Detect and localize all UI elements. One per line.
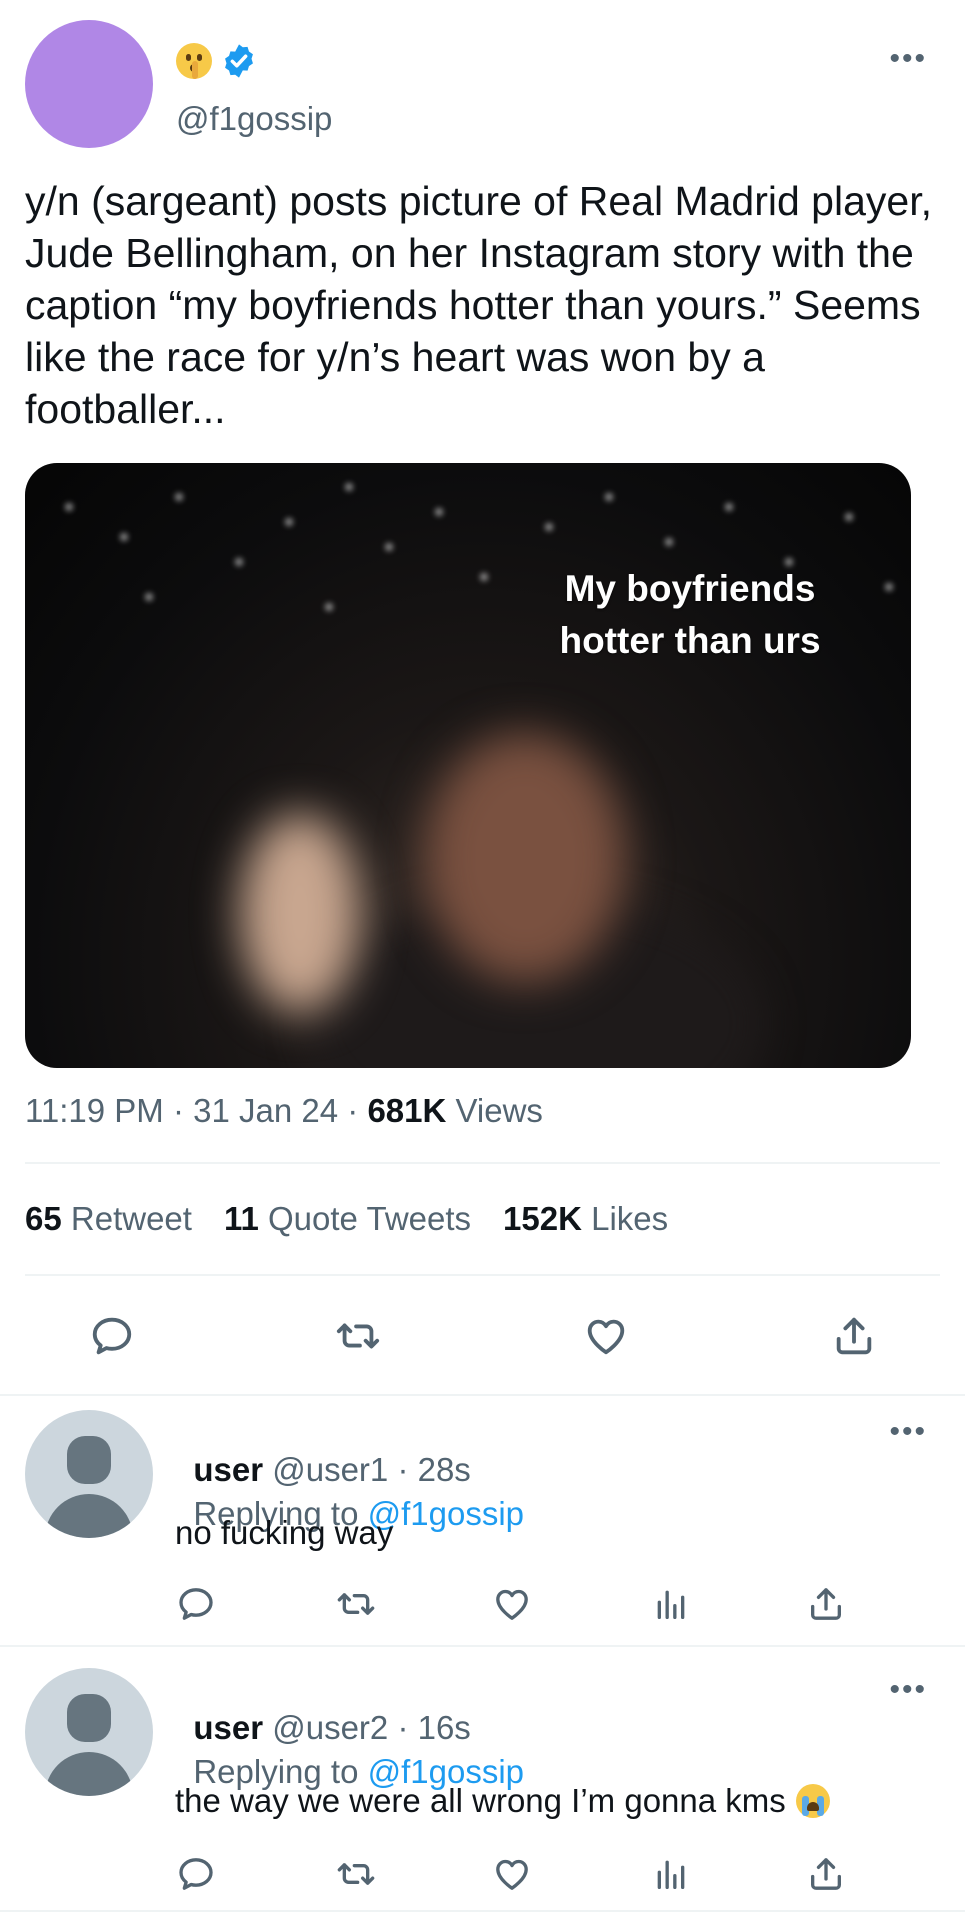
reply-retweet-icon[interactable] bbox=[330, 1580, 382, 1628]
quote-tweets-stat[interactable]: 11 Quote Tweets bbox=[224, 1200, 471, 1238]
media-caption: My boyfriends hotter than urs bbox=[559, 568, 821, 661]
reply-comment-icon[interactable] bbox=[170, 1850, 222, 1898]
like-icon[interactable] bbox=[574, 1310, 638, 1362]
divider bbox=[0, 1394, 965, 1396]
author-name-row[interactable] bbox=[176, 40, 258, 82]
reply-like-icon[interactable] bbox=[486, 1850, 538, 1898]
reply-share-icon[interactable] bbox=[800, 1850, 852, 1898]
author-avatar[interactable] bbox=[25, 20, 153, 148]
comment-icon[interactable] bbox=[80, 1310, 144, 1362]
retweets-stat[interactable]: 65 Retweet bbox=[25, 1200, 192, 1238]
shushing-face-emoji-icon bbox=[176, 43, 212, 79]
reply-avatar[interactable] bbox=[25, 1668, 153, 1796]
tweet-text: y/n (sargeant) posts picture of Real Mad… bbox=[25, 178, 932, 432]
tweet-meta: 11:19 PM · 31 Jan 24 · 681K Views bbox=[25, 1092, 543, 1129]
retweet-icon[interactable] bbox=[326, 1310, 390, 1362]
reply-analytics-icon[interactable] bbox=[645, 1580, 697, 1628]
tweet-media-image[interactable]: My boyfriends hotter than urs bbox=[25, 463, 911, 1068]
divider bbox=[25, 1274, 940, 1276]
reply-retweet-icon[interactable] bbox=[330, 1850, 382, 1898]
divider bbox=[0, 1910, 965, 1912]
tweet-date: 31 Jan 24 bbox=[193, 1092, 339, 1129]
reply-more-options-icon[interactable]: ••• bbox=[889, 1415, 927, 1449]
more-options-icon[interactable]: ••• bbox=[889, 42, 927, 76]
views-label: Views bbox=[446, 1092, 543, 1129]
reply-like-icon[interactable] bbox=[486, 1580, 538, 1628]
reply-comment-icon[interactable] bbox=[170, 1580, 222, 1628]
reply-text: the way we were all wrong I’m gonna kms bbox=[175, 1782, 830, 1820]
reply-share-icon[interactable] bbox=[800, 1580, 852, 1628]
views-count: 681K bbox=[367, 1092, 447, 1129]
reply-text: no fucking way bbox=[175, 1514, 394, 1551]
reply-more-options-icon[interactable]: ••• bbox=[889, 1673, 927, 1707]
author-handle[interactable]: @f1gossip bbox=[176, 100, 332, 138]
divider bbox=[25, 1162, 940, 1164]
loudly-crying-face-emoji-icon bbox=[795, 1784, 830, 1818]
share-icon[interactable] bbox=[822, 1310, 886, 1362]
divider bbox=[0, 1645, 965, 1647]
verified-badge-icon bbox=[225, 44, 253, 78]
reply-avatar[interactable] bbox=[25, 1410, 153, 1538]
tweet-stats: 65 Retweet 11 Quote Tweets 152K Likes bbox=[25, 1200, 668, 1238]
replying-to: Replying to @f1gossip bbox=[193, 1753, 525, 1790]
reply-analytics-icon[interactable] bbox=[645, 1850, 697, 1898]
tweet-time: 11:19 PM bbox=[25, 1092, 164, 1129]
likes-stat[interactable]: 152K Likes bbox=[503, 1200, 668, 1238]
